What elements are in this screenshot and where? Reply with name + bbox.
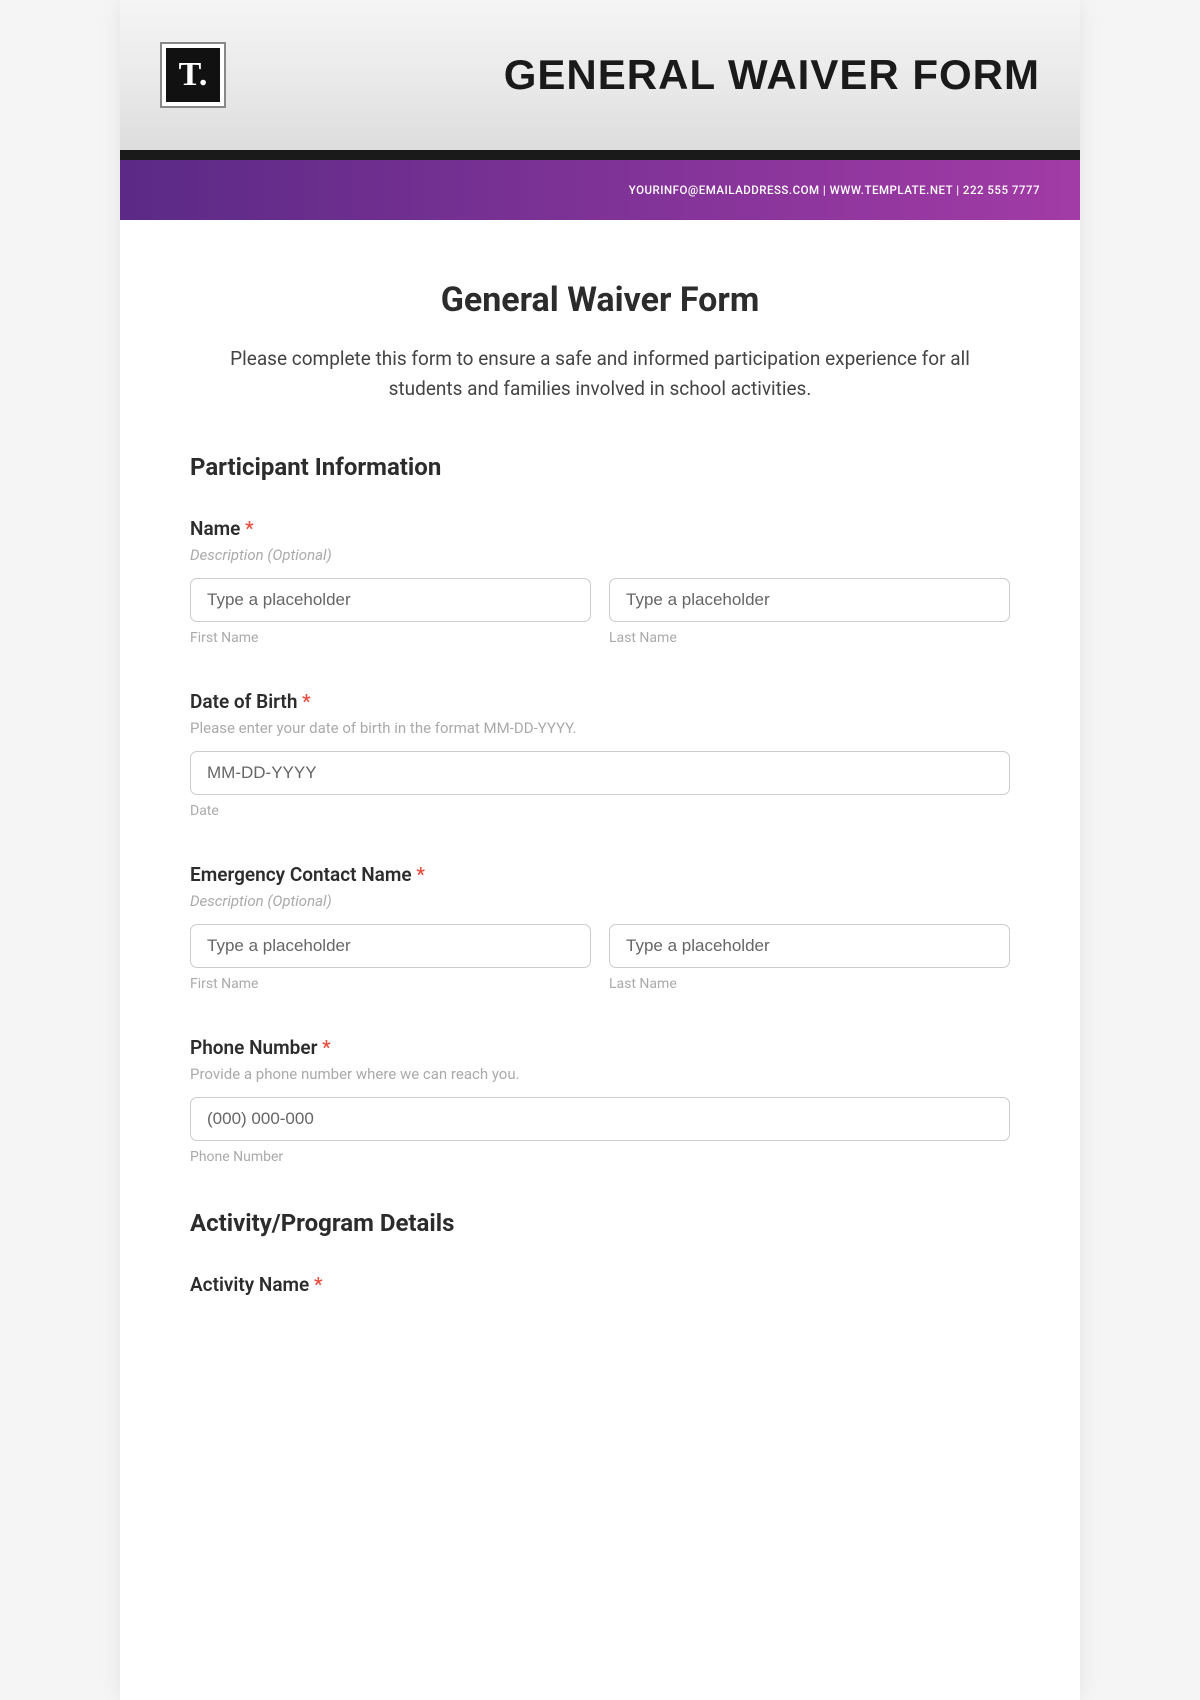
phone-input[interactable] bbox=[190, 1097, 1010, 1141]
first-name-sublabel: First Name bbox=[190, 630, 591, 646]
phone-label: Phone Number * bbox=[190, 1036, 1010, 1059]
logo-text: T. bbox=[166, 48, 220, 102]
field-name: Name * Description (Optional) First Name… bbox=[190, 517, 1010, 646]
required-asterisk: * bbox=[302, 690, 311, 713]
field-dob: Date of Birth * Please enter your date o… bbox=[190, 690, 1010, 819]
name-label: Name * bbox=[190, 517, 1010, 540]
header-top: T. GENERAL WAIVER FORM bbox=[120, 0, 1080, 150]
page-container: T. GENERAL WAIVER FORM YOURINFO@EMAILADD… bbox=[120, 0, 1080, 1700]
phone-sublabel: Phone Number bbox=[190, 1149, 1010, 1165]
required-asterisk: * bbox=[322, 1036, 331, 1059]
last-name-sublabel: Last Name bbox=[609, 630, 1010, 646]
section-activity-heading: Activity/Program Details bbox=[190, 1209, 1010, 1237]
dob-input[interactable] bbox=[190, 751, 1010, 795]
required-asterisk: * bbox=[314, 1273, 323, 1296]
emergency-label: Emergency Contact Name * bbox=[190, 863, 1010, 886]
field-phone: Phone Number * Provide a phone number wh… bbox=[190, 1036, 1010, 1165]
contact-bar: YOURINFO@EMAILADDRESS.COM | WWW.TEMPLATE… bbox=[120, 160, 1080, 220]
activity-name-label-text: Activity Name bbox=[190, 1273, 309, 1296]
emergency-last-sublabel: Last Name bbox=[609, 976, 1010, 992]
field-activity-name: Activity Name * bbox=[190, 1273, 1010, 1296]
dob-description: Please enter your date of birth in the f… bbox=[190, 719, 1010, 737]
phone-label-text: Phone Number bbox=[190, 1036, 317, 1059]
emergency-first-name-input[interactable] bbox=[190, 924, 591, 968]
required-asterisk: * bbox=[416, 863, 425, 886]
activity-name-label: Activity Name * bbox=[190, 1273, 1010, 1296]
form-title: General Waiver Form bbox=[190, 280, 1010, 320]
header-title: GENERAL WAIVER FORM bbox=[504, 51, 1040, 99]
name-label-text: Name bbox=[190, 517, 240, 540]
section-participant-heading: Participant Information bbox=[190, 453, 1010, 481]
emergency-description: Description (Optional) bbox=[190, 892, 1010, 910]
emergency-label-text: Emergency Contact Name bbox=[190, 863, 412, 886]
last-name-input[interactable] bbox=[609, 578, 1010, 622]
form-intro: Please complete this form to ensure a sa… bbox=[190, 344, 1010, 405]
logo: T. bbox=[160, 42, 226, 108]
emergency-last-name-input[interactable] bbox=[609, 924, 1010, 968]
header-divider bbox=[120, 150, 1080, 160]
dob-label-text: Date of Birth bbox=[190, 690, 297, 713]
phone-description: Provide a phone number where we can reac… bbox=[190, 1065, 1010, 1083]
emergency-first-sublabel: First Name bbox=[190, 976, 591, 992]
dob-label: Date of Birth * bbox=[190, 690, 1010, 713]
dob-sublabel: Date bbox=[190, 803, 1010, 819]
name-description: Description (Optional) bbox=[190, 546, 1010, 564]
first-name-input[interactable] bbox=[190, 578, 591, 622]
form-area: General Waiver Form Please complete this… bbox=[120, 220, 1080, 1296]
required-asterisk: * bbox=[245, 517, 254, 540]
field-emergency-name: Emergency Contact Name * Description (Op… bbox=[190, 863, 1010, 992]
contact-line: YOURINFO@EMAILADDRESS.COM | WWW.TEMPLATE… bbox=[629, 183, 1040, 197]
